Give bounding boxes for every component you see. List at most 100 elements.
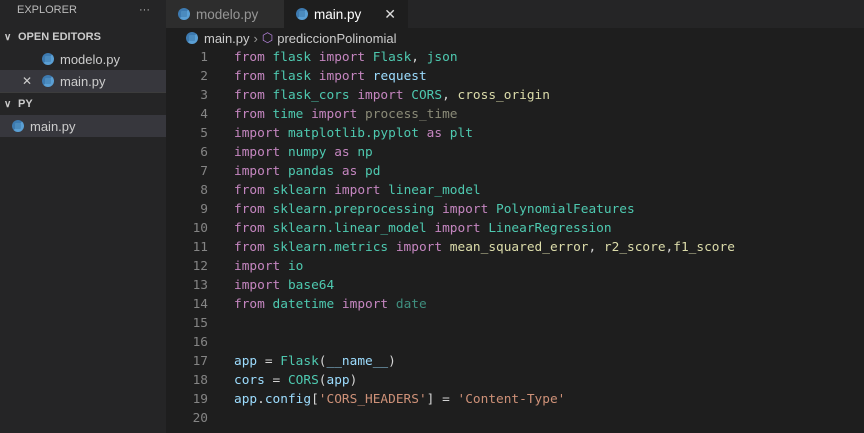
line-number: 13: [192, 278, 208, 293]
code-line[interactable]: 7 import pandas as pd: [166, 162, 864, 181]
code-token: CORS: [287, 373, 319, 388]
code-token: app: [234, 354, 258, 369]
code-token: Flask: [280, 354, 319, 369]
code-token: import: [234, 126, 281, 141]
code-token: import: [357, 88, 404, 103]
open-editors-section[interactable]: ∨ OPEN EDITORS: [0, 26, 166, 48]
code-token: ,: [411, 50, 427, 65]
code-token: import: [334, 183, 381, 198]
open-editors-label: OPEN EDITORS: [18, 31, 101, 43]
explorer-title: EXPLORER: [17, 4, 77, 16]
code-line[interactable]: 1 from flask import Flask, json: [166, 48, 864, 67]
code-token: from: [234, 50, 265, 65]
open-editor-modelo[interactable]: modelo.py: [0, 48, 166, 70]
code-token: Flask: [372, 50, 412, 65]
code-line[interactable]: 10 from sklearn.linear_model import Linea…: [166, 219, 864, 238]
code-token: matplotlib.pyplot: [287, 126, 419, 141]
close-tab-icon[interactable]: ✕: [384, 6, 396, 23]
file-tree-item-main[interactable]: main.py: [0, 115, 166, 137]
code-token: import: [318, 69, 366, 84]
code-token: np: [357, 145, 373, 160]
code-line[interactable]: 11 from sklearn.metrics import mean_squar…: [166, 238, 864, 257]
code-token: =: [257, 354, 281, 369]
explorer-sidebar: EXPLORER ··· ∨ OPEN EDITORS modelo.py ✕ …: [0, 0, 166, 433]
code-token: 'Content-Type': [457, 392, 566, 407]
close-icon[interactable]: ✕: [22, 74, 42, 88]
code-line[interactable]: 16: [166, 333, 864, 352]
code-token: from: [234, 221, 265, 236]
open-editor-main[interactable]: ✕ main.py: [0, 70, 166, 92]
code-token: request: [372, 69, 427, 84]
line-content: from flask import Flask, json: [234, 48, 458, 67]
code-line[interactable]: 14 from datetime import date: [166, 295, 864, 314]
line-number: 4: [200, 107, 208, 122]
line-content: import io: [234, 257, 303, 276]
line-content: import base64: [234, 276, 334, 295]
line-number: 3: [200, 88, 208, 103]
breadcrumb-symbol[interactable]: prediccionPolinomial: [277, 31, 396, 46]
code-token: time: [272, 107, 304, 122]
line-number: 20: [192, 411, 208, 426]
code-line[interactable]: 15: [166, 314, 864, 333]
code-line[interactable]: 18 cors = CORS(app): [166, 371, 864, 390]
editor-tabs: modelo.py main.py ✕: [166, 0, 864, 28]
folder-section-py[interactable]: ∨ PY: [0, 93, 166, 115]
code-line[interactable]: 4 from time import process_time: [166, 105, 864, 124]
line-number: 9: [200, 202, 208, 217]
code-token: process_time: [365, 107, 458, 122]
code-token: sklearn.metrics: [272, 240, 389, 255]
code-token: ): [349, 373, 358, 388]
tab-main[interactable]: main.py ✕: [284, 0, 408, 28]
python-file-icon: [12, 120, 24, 132]
code-line[interactable]: 6 import numpy as np: [166, 143, 864, 162]
line-content: import matplotlib.pyplot as plt: [234, 124, 473, 143]
code-token: import: [395, 240, 443, 255]
code-token: [: [311, 392, 319, 407]
code-token: from: [234, 297, 265, 312]
code-line[interactable]: 17 app = Flask(__name__): [166, 352, 864, 371]
code-token: sklearn: [272, 183, 327, 198]
code-line[interactable]: 3 from flask_cors import CORS, cross_orig…: [166, 86, 864, 105]
line-number: 16: [192, 335, 208, 350]
code-token: base64: [287, 278, 335, 293]
more-actions-icon[interactable]: ···: [139, 4, 150, 16]
line-number: 17: [192, 354, 208, 369]
code-token: PolynomialFeatures: [496, 202, 635, 217]
tab-label: main.py: [314, 6, 362, 22]
code-token: r2_score: [603, 240, 666, 255]
code-token: ,: [442, 88, 458, 103]
line-content: import pandas as pd: [234, 162, 380, 181]
code-token: app: [234, 392, 258, 407]
code-token: io: [287, 259, 304, 274]
code-line[interactable]: 12 import io: [166, 257, 864, 276]
code-line[interactable]: 19 app.config['CORS_HEADERS'] = 'Content-…: [166, 390, 864, 409]
line-number: 10: [192, 221, 208, 236]
code-line[interactable]: 9 from sklearn.preprocessing import Polyn…: [166, 200, 864, 219]
code-token: from: [234, 88, 265, 103]
line-number: 7: [200, 164, 208, 179]
code-token: ,: [588, 240, 604, 255]
code-line[interactable]: 20: [166, 409, 864, 428]
line-number: 1: [200, 50, 208, 65]
breadcrumb-file[interactable]: main.py: [204, 31, 250, 46]
code-line[interactable]: 2 from flask import request: [166, 67, 864, 86]
code-token: as: [334, 145, 350, 160]
code-line[interactable]: 5 import matplotlib.pyplot as plt: [166, 124, 864, 143]
python-file-icon: [178, 8, 190, 20]
tab-modelo[interactable]: modelo.py: [166, 0, 284, 28]
code-editor[interactable]: 1 from flask import Flask, json 2 from flas…: [166, 48, 864, 428]
code-line[interactable]: 8 from sklearn import linear_model: [166, 181, 864, 200]
code-line[interactable]: 13 import base64: [166, 276, 864, 295]
